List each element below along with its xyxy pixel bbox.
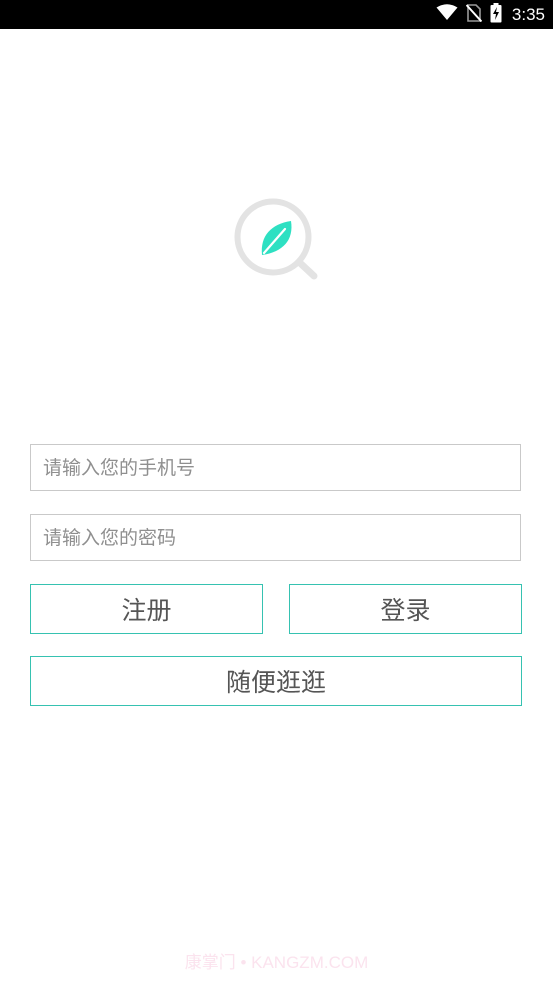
phone-field[interactable] xyxy=(30,444,521,491)
battery-charging-icon xyxy=(490,2,502,27)
no-sim-icon xyxy=(465,3,483,26)
status-icons: 3:35 xyxy=(436,0,545,29)
watermark: 康掌门 • KANGZM.COM xyxy=(184,953,369,972)
status-time: 3:35 xyxy=(511,4,545,24)
leaf-search-logo-icon xyxy=(231,192,321,282)
login-button[interactable]: 登录 xyxy=(289,584,522,634)
phone-input[interactable] xyxy=(31,445,520,490)
register-button[interactable]: 注册 xyxy=(30,584,263,634)
password-input[interactable] xyxy=(31,515,520,560)
wifi-icon xyxy=(436,4,458,25)
browse-button[interactable]: 随便逛逛 xyxy=(30,656,522,706)
status-bar: 3:35 xyxy=(0,0,553,29)
password-field[interactable] xyxy=(30,514,521,561)
